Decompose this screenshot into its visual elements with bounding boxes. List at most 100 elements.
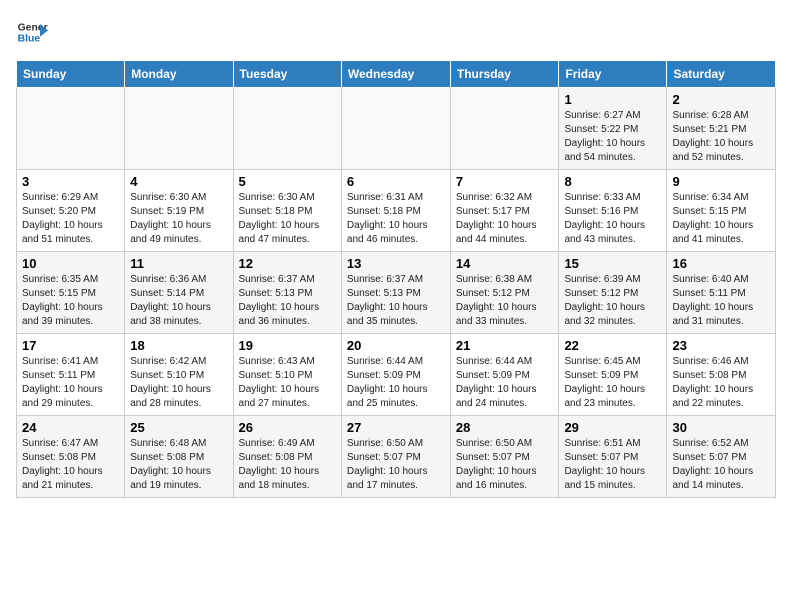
day-info: Sunrise: 6:31 AMSunset: 5:18 PMDaylight:…: [347, 191, 445, 247]
day-info: Sunrise: 6:50 AMSunset: 5:07 PMDaylight:…: [456, 437, 554, 493]
calendar-cell: 13Sunrise: 6:37 AMSunset: 5:13 PMDayligh…: [341, 252, 450, 334]
day-number: 27: [347, 420, 445, 435]
day-info: Sunrise: 6:29 AMSunset: 5:20 PMDaylight:…: [22, 191, 119, 247]
day-info: Sunrise: 6:30 AMSunset: 5:19 PMDaylight:…: [130, 191, 227, 247]
day-number: 4: [130, 174, 227, 189]
day-info: Sunrise: 6:51 AMSunset: 5:07 PMDaylight:…: [564, 437, 661, 493]
day-number: 20: [347, 338, 445, 353]
calendar-table: SundayMondayTuesdayWednesdayThursdayFrid…: [16, 60, 776, 498]
svg-text:Blue: Blue: [18, 34, 41, 45]
calendar-cell: 26 Sunrise: 6:49 AMSunset: 5:08 PMDayligh…: [233, 416, 341, 498]
page-header: General Blue: [16, 16, 776, 48]
calendar-week-4: 17 Sunrise: 6:41 AMSunset: 5:11 PMDayligh…: [17, 334, 776, 416]
calendar-cell: 12 Sunrise: 6:37 AMSunset: 5:13 PMDayligh…: [233, 252, 341, 334]
day-info: Sunrise: 6:41 AMSunset: 5:11 PMDaylight:…: [22, 355, 119, 411]
calendar-cell: 7 Sunrise: 6:32 AMSunset: 5:17 PMDaylight…: [450, 170, 559, 252]
calendar-cell: 20 Sunrise: 6:44 AMSunset: 5:09 PMDayligh…: [341, 334, 450, 416]
day-info: Sunrise: 6:44 AMSunset: 5:09 PMDaylight:…: [456, 355, 554, 411]
calendar-cell: 6 Sunrise: 6:31 AMSunset: 5:18 PMDaylight…: [341, 170, 450, 252]
calendar-cell: 19Sunrise: 6:43 AMSunset: 5:10 PMDayligh…: [233, 334, 341, 416]
calendar-cell: 11 Sunrise: 6:36 AMSunset: 5:14 PMDayligh…: [125, 252, 233, 334]
day-number: 12: [239, 256, 336, 271]
day-number: 29: [564, 420, 661, 435]
calendar-cell: [341, 88, 450, 170]
logo: General Blue: [16, 16, 48, 48]
calendar-cell: 1 Sunrise: 6:27 AMSunset: 5:22 PMDaylight…: [559, 88, 667, 170]
calendar-cell: 3 Sunrise: 6:29 AMSunset: 5:20 PMDaylight…: [17, 170, 125, 252]
day-info: Sunrise: 6:36 AMSunset: 5:14 PMDaylight:…: [130, 273, 227, 329]
weekday-header-row: SundayMondayTuesdayWednesdayThursdayFrid…: [17, 61, 776, 88]
calendar-cell: [125, 88, 233, 170]
day-info: Sunrise: 6:47 AMSunset: 5:08 PMDaylight:…: [22, 437, 119, 493]
day-info: Sunrise: 6:49 AMSunset: 5:08 PMDaylight:…: [239, 437, 336, 493]
calendar-week-1: 1 Sunrise: 6:27 AMSunset: 5:22 PMDaylight…: [17, 88, 776, 170]
calendar-cell: 18Sunrise: 6:42 AMSunset: 5:10 PMDayligh…: [125, 334, 233, 416]
calendar-cell: 23Sunrise: 6:46 AMSunset: 5:08 PMDayligh…: [667, 334, 776, 416]
day-info: Sunrise: 6:46 AMSunset: 5:08 PMDaylight:…: [672, 355, 770, 411]
day-number: 18: [130, 338, 227, 353]
calendar-cell: 5 Sunrise: 6:30 AMSunset: 5:18 PMDaylight…: [233, 170, 341, 252]
day-number: 1: [564, 92, 661, 107]
day-number: 6: [347, 174, 445, 189]
calendar-cell: 25 Sunrise: 6:48 AMSunset: 5:08 PMDayligh…: [125, 416, 233, 498]
calendar-cell: 2 Sunrise: 6:28 AMSunset: 5:21 PMDaylight…: [667, 88, 776, 170]
day-number: 9: [672, 174, 770, 189]
day-number: 24: [22, 420, 119, 435]
calendar-cell: 14Sunrise: 6:38 AMSunset: 5:12 PMDayligh…: [450, 252, 559, 334]
calendar-cell: 30 Sunrise: 6:52 AMSunset: 5:07 PMDayligh…: [667, 416, 776, 498]
calendar-cell: 16 Sunrise: 6:40 AMSunset: 5:11 PMDayligh…: [667, 252, 776, 334]
day-info: Sunrise: 6:52 AMSunset: 5:07 PMDaylight:…: [672, 437, 770, 493]
day-number: 26: [239, 420, 336, 435]
calendar-cell: [17, 88, 125, 170]
weekday-header-wednesday: Wednesday: [341, 61, 450, 88]
day-number: 7: [456, 174, 554, 189]
calendar-cell: [450, 88, 559, 170]
day-number: 28: [456, 420, 554, 435]
weekday-header-friday: Friday: [559, 61, 667, 88]
weekday-header-monday: Monday: [125, 61, 233, 88]
day-info: Sunrise: 6:35 AMSunset: 5:15 PMDaylight:…: [22, 273, 119, 329]
day-number: 14: [456, 256, 554, 271]
weekday-header-thursday: Thursday: [450, 61, 559, 88]
day-info: Sunrise: 6:48 AMSunset: 5:08 PMDaylight:…: [130, 437, 227, 493]
day-number: 2: [672, 92, 770, 107]
logo-icon: General Blue: [16, 16, 48, 48]
calendar-cell: 15Sunrise: 6:39 AMSunset: 5:12 PMDayligh…: [559, 252, 667, 334]
day-info: Sunrise: 6:37 AMSunset: 5:13 PMDaylight:…: [239, 273, 336, 329]
calendar-cell: 9 Sunrise: 6:34 AMSunset: 5:15 PMDaylight…: [667, 170, 776, 252]
day-info: Sunrise: 6:32 AMSunset: 5:17 PMDaylight:…: [456, 191, 554, 247]
day-number: 25: [130, 420, 227, 435]
day-info: Sunrise: 6:30 AMSunset: 5:18 PMDaylight:…: [239, 191, 336, 247]
calendar-cell: 21 Sunrise: 6:44 AMSunset: 5:09 PMDayligh…: [450, 334, 559, 416]
day-number: 11: [130, 256, 227, 271]
day-number: 3: [22, 174, 119, 189]
calendar-week-2: 3 Sunrise: 6:29 AMSunset: 5:20 PMDaylight…: [17, 170, 776, 252]
day-info: Sunrise: 6:50 AMSunset: 5:07 PMDaylight:…: [347, 437, 445, 493]
day-info: Sunrise: 6:34 AMSunset: 5:15 PMDaylight:…: [672, 191, 770, 247]
calendar-week-5: 24 Sunrise: 6:47 AMSunset: 5:08 PMDayligh…: [17, 416, 776, 498]
day-number: 21: [456, 338, 554, 353]
calendar-cell: 22Sunrise: 6:45 AMSunset: 5:09 PMDayligh…: [559, 334, 667, 416]
day-info: Sunrise: 6:37 AMSunset: 5:13 PMDaylight:…: [347, 273, 445, 329]
day-number: 5: [239, 174, 336, 189]
day-info: Sunrise: 6:33 AMSunset: 5:16 PMDaylight:…: [564, 191, 661, 247]
calendar-cell: 8Sunrise: 6:33 AMSunset: 5:16 PMDaylight…: [559, 170, 667, 252]
calendar-cell: 24 Sunrise: 6:47 AMSunset: 5:08 PMDayligh…: [17, 416, 125, 498]
weekday-header-saturday: Saturday: [667, 61, 776, 88]
day-number: 19: [239, 338, 336, 353]
calendar-cell: 10 Sunrise: 6:35 AMSunset: 5:15 PMDayligh…: [17, 252, 125, 334]
day-number: 22: [564, 338, 661, 353]
day-info: Sunrise: 6:28 AMSunset: 5:21 PMDaylight:…: [672, 109, 770, 165]
calendar-cell: 28 Sunrise: 6:50 AMSunset: 5:07 PMDayligh…: [450, 416, 559, 498]
weekday-header-sunday: Sunday: [17, 61, 125, 88]
day-number: 16: [672, 256, 770, 271]
calendar-cell: 17 Sunrise: 6:41 AMSunset: 5:11 PMDayligh…: [17, 334, 125, 416]
calendar-cell: 27 Sunrise: 6:50 AMSunset: 5:07 PMDayligh…: [341, 416, 450, 498]
day-number: 17: [22, 338, 119, 353]
day-info: Sunrise: 6:40 AMSunset: 5:11 PMDaylight:…: [672, 273, 770, 329]
day-info: Sunrise: 6:44 AMSunset: 5:09 PMDaylight:…: [347, 355, 445, 411]
day-info: Sunrise: 6:39 AMSunset: 5:12 PMDaylight:…: [564, 273, 661, 329]
day-info: Sunrise: 6:27 AMSunset: 5:22 PMDaylight:…: [564, 109, 661, 165]
day-number: 10: [22, 256, 119, 271]
day-number: 30: [672, 420, 770, 435]
